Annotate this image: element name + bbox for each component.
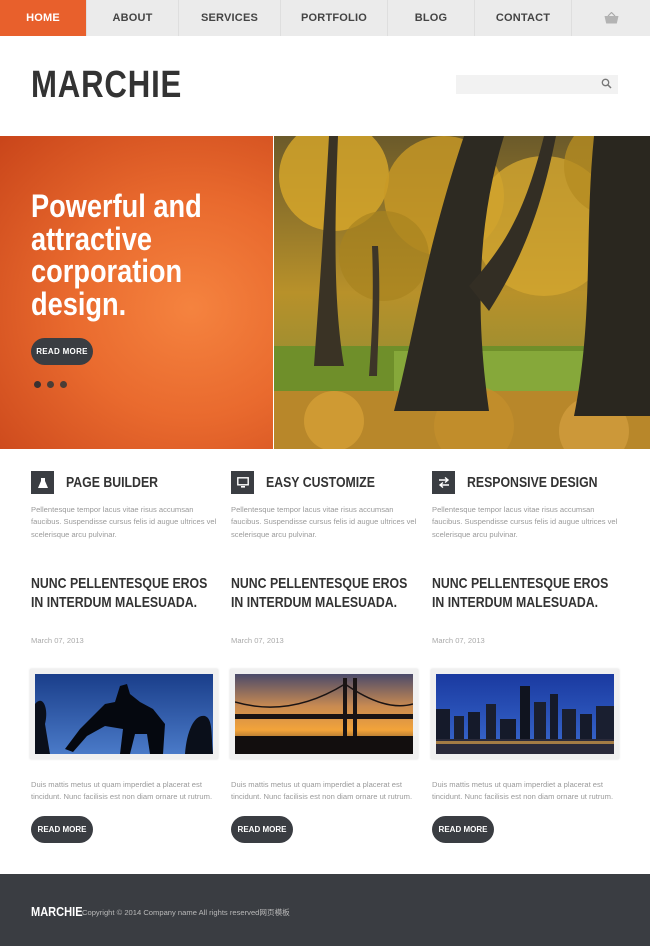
slider-dot-1[interactable] (34, 381, 41, 388)
post-excerpt: Duis mattis metus ut quam imperdiet a pl… (31, 780, 213, 802)
flask-icon (31, 471, 54, 494)
site-logo[interactable]: MARCHIE (31, 64, 182, 107)
post-title[interactable]: NUNC PELLENTESQUE EROS IN INTERDUM MALES… (231, 574, 411, 612)
feature-title: EASY CUSTOMIZE (266, 474, 375, 491)
nav-item-about[interactable]: ABOUT (87, 0, 179, 36)
footer-logo[interactable]: MARCHIE (31, 904, 83, 919)
top-nav: HOME ABOUT SERVICES PORTFOLIO BLOG CONTA… (0, 0, 650, 36)
feature-text: Pellentesque tempor lacus vitae risus ac… (31, 505, 217, 539)
nav-item-home[interactable]: HOME (0, 0, 87, 36)
post-excerpt: Duis mattis metus ut quam imperdiet a pl… (432, 780, 614, 802)
search-box (456, 75, 618, 95)
feature-title: RESPONSIVE DESIGN (467, 474, 598, 491)
cart-button[interactable] (572, 0, 650, 36)
feature-title: PAGE BUILDER (66, 474, 159, 491)
feature-text: Pellentesque tempor lacus vitae risus ac… (231, 505, 417, 539)
copyright-text: Copyright © 2014 Company name All rights… (82, 908, 290, 917)
nav-item-portfolio[interactable]: PORTFOLIO (281, 0, 388, 36)
post-title[interactable]: NUNC PELLENTESQUE EROS IN INTERDUM MALES… (432, 574, 612, 612)
slider-dot-3[interactable] (60, 381, 67, 388)
post-date: March 07, 2013 (31, 636, 84, 645)
monitor-icon (231, 471, 254, 494)
post-read-more-button[interactable]: READ MORE (31, 816, 93, 843)
post-thumbnail[interactable] (30, 669, 218, 759)
blog-post: NUNC PELLENTESQUE EROS IN INTERDUM MALES… (30, 574, 221, 843)
post-date: March 07, 2013 (432, 636, 485, 645)
post-excerpt: Duis mattis metus ut quam imperdiet a pl… (231, 780, 413, 802)
slider-dot-2[interactable] (47, 381, 54, 388)
footer: MARCHIE Copyright © 2014 Company name Al… (0, 874, 650, 946)
post-thumbnail[interactable] (431, 669, 619, 759)
nav-item-blog[interactable]: BLOG (388, 0, 475, 36)
swap-arrows-icon (432, 471, 455, 494)
hero-read-more-button[interactable]: READ MORE (31, 338, 93, 365)
hero-title: Powerful and attractive corporation desi… (31, 188, 202, 322)
search-input[interactable] (456, 76, 596, 95)
hero-image (274, 136, 650, 449)
basket-icon (604, 12, 618, 24)
nav-item-services[interactable]: SERVICES (179, 0, 281, 36)
blog-post: NUNC PELLENTESQUE EROS IN INTERDUM MALES… (230, 574, 421, 843)
post-read-more-button[interactable]: READ MORE (231, 816, 293, 843)
feature-text: Pellentesque tempor lacus vitae risus ac… (432, 505, 618, 539)
post-read-more-button[interactable]: READ MORE (432, 816, 494, 843)
post-thumbnail[interactable] (230, 669, 418, 759)
blog-post: NUNC PELLENTESQUE EROS IN INTERDUM MALES… (431, 574, 622, 843)
slider-dots (34, 381, 67, 388)
nav-item-contact[interactable]: CONTACT (475, 0, 572, 36)
post-title[interactable]: NUNC PELLENTESQUE EROS IN INTERDUM MALES… (31, 574, 211, 612)
post-date: March 07, 2013 (231, 636, 284, 645)
search-icon[interactable] (601, 78, 612, 89)
